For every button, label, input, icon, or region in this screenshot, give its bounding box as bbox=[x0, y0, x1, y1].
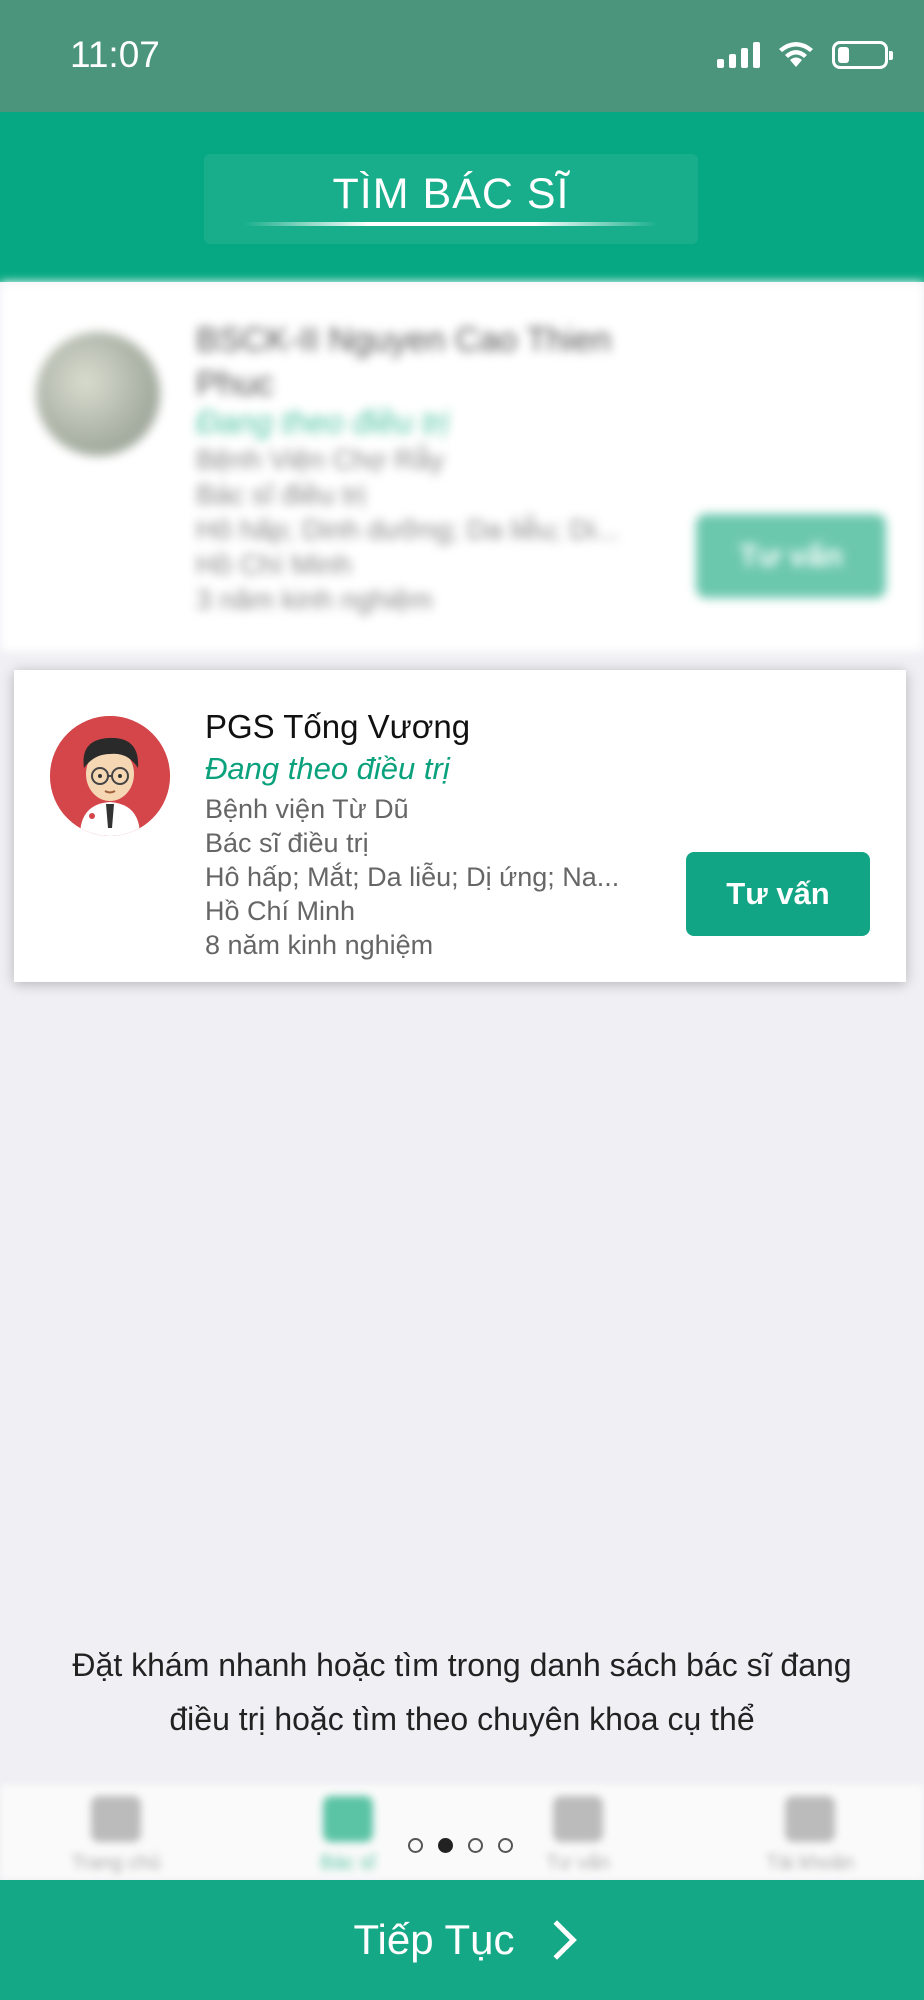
doctor-city: Hồ Chí Minh bbox=[205, 896, 356, 926]
doctor-status: Đang theo điều trị bbox=[196, 404, 449, 440]
tab-consult: Tư vấn bbox=[498, 1796, 658, 1875]
page-dot[interactable] bbox=[438, 1838, 453, 1853]
tab-bar-blurred: Trang chủ Bác sĩ Tư vấn Tài khoản bbox=[0, 1784, 924, 1880]
tab-label: Trang chủ bbox=[71, 1852, 161, 1874]
continue-button[interactable]: Tiếp Tục bbox=[0, 1880, 924, 2000]
doctor-cartoon-icon bbox=[50, 716, 170, 836]
doctor-status: Đang theo điều trị bbox=[205, 751, 450, 786]
status-icons bbox=[717, 40, 893, 70]
header: TÌM BÁC SĨ bbox=[0, 112, 924, 282]
battery-icon bbox=[832, 41, 893, 69]
signal-icon bbox=[717, 42, 760, 68]
doctor-role: Bác sĩ điều trị bbox=[205, 828, 369, 858]
doctor-specialties: Hô hấp; Mắt; Da liễu; Dị ứng; Na... bbox=[205, 862, 620, 892]
doctor-name: PGS Tống Vương bbox=[205, 708, 471, 745]
doctor-hospital: Bệnh viện Từ Dũ bbox=[205, 794, 409, 824]
wifi-icon bbox=[779, 42, 813, 67]
tab-doctor: Bác sĩ bbox=[268, 1796, 428, 1875]
chat-icon bbox=[553, 1796, 603, 1842]
doctor-card[interactable]: PGS Tống Vương Đang theo điều trị Bệnh v… bbox=[14, 670, 906, 982]
tab-account: Tài khoản bbox=[730, 1796, 890, 1875]
tab-label: Tài khoản bbox=[766, 1852, 854, 1874]
doctor-hospital: Bệnh Viện Chợ Rẫy bbox=[196, 444, 445, 475]
status-bar: 11:07 bbox=[0, 0, 924, 112]
doctor-city: Hồ Chí Minh bbox=[196, 549, 352, 580]
doctor-avatar bbox=[36, 332, 160, 456]
doctor-experience: 3 năm kinh nghiệm bbox=[196, 584, 433, 615]
doctor-name: BSCK-II Nguyen Cao Thien Phuc bbox=[196, 321, 612, 403]
battery-level bbox=[838, 47, 849, 63]
doctor-specialties: Hô hấp; Dinh dưỡng; Da liễu; Di... bbox=[196, 514, 620, 545]
doctor-experience: 8 năm kinh nghiệm bbox=[205, 930, 434, 960]
chevron-right-icon bbox=[536, 1920, 577, 1960]
onboarding-description: Đặt khám nhanh hoặc tìm trong danh sách … bbox=[72, 1647, 852, 1737]
doctor-avatar bbox=[50, 716, 170, 836]
page-dot[interactable] bbox=[498, 1838, 513, 1853]
title-underline bbox=[244, 222, 658, 226]
doctor-icon bbox=[323, 1796, 373, 1842]
tab-label: Bác sĩ bbox=[320, 1852, 376, 1874]
header-title-box: TÌM BÁC SĨ bbox=[204, 154, 698, 244]
tab-home: Trang chủ bbox=[36, 1796, 196, 1875]
doctor-card-blurred: BSCK-II Nguyen Cao Thien Phuc Đang theo … bbox=[0, 282, 924, 652]
page-dot[interactable] bbox=[468, 1838, 483, 1853]
continue-label: Tiếp Tục bbox=[353, 1916, 515, 1963]
status-time: 11:07 bbox=[70, 34, 160, 75]
consult-button: Tư vấn bbox=[696, 514, 886, 598]
consult-button[interactable]: Tư vấn bbox=[686, 852, 870, 936]
doctor-role: Bác sĩ điều trị bbox=[196, 479, 366, 510]
page-title: TÌM BÁC SĨ bbox=[332, 170, 570, 218]
account-icon bbox=[785, 1796, 835, 1842]
page-dot[interactable] bbox=[408, 1838, 423, 1853]
tab-label: Tư vấn bbox=[546, 1852, 610, 1874]
home-icon bbox=[91, 1796, 141, 1842]
page-indicator bbox=[408, 1838, 513, 1853]
